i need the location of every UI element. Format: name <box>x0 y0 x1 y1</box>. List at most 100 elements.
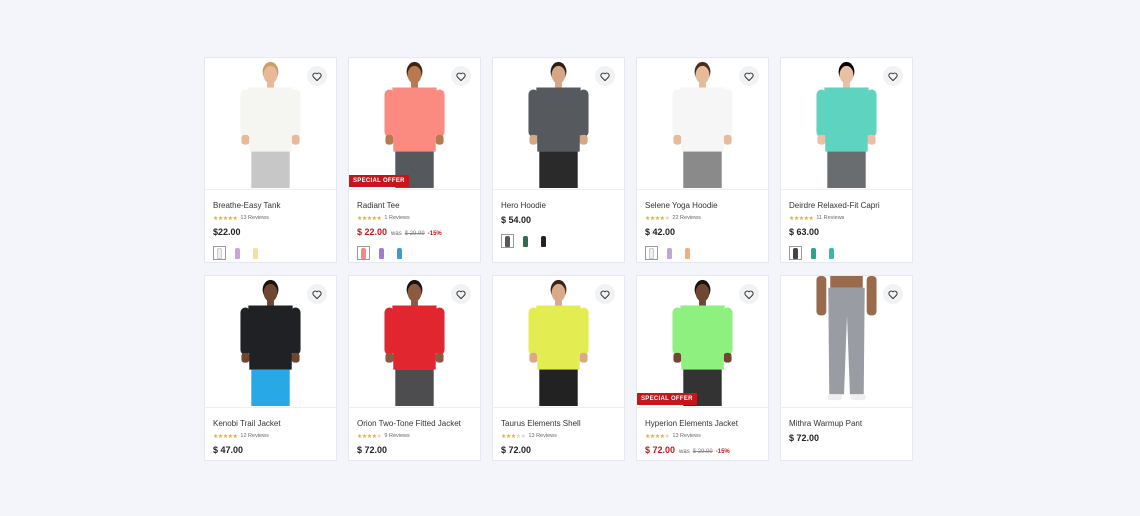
review-count[interactable]: 13 Reviews <box>528 433 556 439</box>
color-swatch[interactable] <box>213 246 226 260</box>
review-count[interactable]: 13 Reviews <box>240 215 268 221</box>
product-card[interactable]: Kenobi Trail Jacket ★★★★★ 12 Reviews $ 47.0… <box>204 275 337 461</box>
heart-outline-icon <box>456 72 466 81</box>
review-count[interactable]: 9 Reviews <box>384 433 409 439</box>
color-swatch[interactable] <box>393 246 406 260</box>
wishlist-button[interactable] <box>451 284 471 304</box>
star-icon: ★★★★★ <box>645 215 670 222</box>
current-price: $ 63.00 <box>789 227 820 237</box>
old-price: $ 29.99 <box>692 449 713 455</box>
product-card[interactable]: SPECIAL OFFER Hyperion Elements Jacket ★★★… <box>636 275 769 461</box>
review-count[interactable]: 13 Reviews <box>672 433 700 439</box>
product-image-area[interactable] <box>781 58 912 190</box>
product-name[interactable]: Radiant Tee <box>357 201 472 211</box>
current-price: $ 72.00 <box>501 445 532 455</box>
product-rating: ★★★★★ 22 Reviews <box>645 214 760 222</box>
product-price: $ 22.00 was $ 29.99 -15% <box>357 227 472 237</box>
color-swatch[interactable] <box>807 246 820 260</box>
color-swatch[interactable] <box>663 246 676 260</box>
product-card[interactable]: Breathe-Easy Tank ★★★★★ 13 Reviews $22.00 <box>204 57 337 263</box>
wishlist-button[interactable] <box>883 284 903 304</box>
product-name[interactable]: Kenobi Trail Jacket <box>213 419 328 429</box>
product-card[interactable]: Orion Two-Tone Fitted Jacket ★★★★★ 9 Revie… <box>348 275 481 461</box>
product-grid: Breathe-Easy Tank ★★★★★ 13 Reviews $22.00 SP… <box>204 57 913 461</box>
product-image-area[interactable] <box>205 276 336 408</box>
product-image-area[interactable]: SPECIAL OFFER <box>637 276 768 408</box>
heart-outline-icon <box>312 72 322 81</box>
product-price: $ 47.00 <box>213 445 328 455</box>
heart-outline-icon <box>312 290 322 299</box>
product-rating: ★★★★★ 11 Reviews <box>789 214 904 222</box>
color-swatch[interactable] <box>645 246 658 260</box>
wishlist-button[interactable] <box>883 66 903 86</box>
review-count[interactable]: 11 Reviews <box>816 215 844 221</box>
current-price: $ 22.00 <box>357 227 388 237</box>
current-price: $ 47.00 <box>213 445 244 455</box>
wishlist-button[interactable] <box>595 284 615 304</box>
product-rating: ★★★★★ 12 Reviews <box>213 432 328 440</box>
heart-outline-icon <box>744 290 754 299</box>
color-swatch[interactable] <box>375 246 388 260</box>
wishlist-button[interactable] <box>451 66 471 86</box>
color-swatch[interactable] <box>231 246 244 260</box>
color-swatch[interactable] <box>519 234 532 248</box>
color-swatch[interactable] <box>537 234 550 248</box>
color-swatch[interactable] <box>357 246 370 260</box>
wishlist-button[interactable] <box>739 284 759 304</box>
product-image-area[interactable] <box>781 276 912 408</box>
color-swatch[interactable] <box>825 246 838 260</box>
product-card[interactable]: SPECIAL OFFER Radiant Tee ★★★★★ 1 Reviews $ … <box>348 57 481 263</box>
product-price: $ 54.00 <box>501 215 616 225</box>
current-price: $22.00 <box>213 227 241 237</box>
color-swatches <box>645 246 760 260</box>
product-card[interactable]: Deirdre Relaxed-Fit Capri ★★★★★ 11 Reviews… <box>780 57 913 263</box>
product-card[interactable]: Taurus Elements Shell ★★★★★ 13 Reviews $ 72… <box>492 275 625 461</box>
product-image-area[interactable] <box>205 58 336 190</box>
product-rating: ★★★★★ 9 Reviews <box>357 432 472 440</box>
product-price: $ 72.00 was $ 29.99 -15% <box>645 445 760 455</box>
product-name[interactable]: Breathe-Easy Tank <box>213 201 328 211</box>
product-rating: ★★★★★ 13 Reviews <box>213 214 328 222</box>
product-name[interactable]: Hyperion Elements Jacket <box>645 419 760 429</box>
product-name[interactable]: Selene Yoga Hoodie <box>645 201 760 211</box>
heart-outline-icon <box>888 72 898 81</box>
product-image-area[interactable] <box>637 58 768 190</box>
heart-outline-icon <box>600 72 610 81</box>
review-count[interactable]: 1 Reviews <box>384 215 409 221</box>
product-price: $22.00 <box>213 227 328 237</box>
color-swatches <box>357 246 472 260</box>
product-image-area[interactable] <box>493 58 624 190</box>
product-rating: ★★★★★ 13 Reviews <box>645 432 760 440</box>
product-name[interactable]: Deirdre Relaxed-Fit Capri <box>789 201 904 211</box>
product-price: $ 72.00 <box>789 433 904 443</box>
heart-outline-icon <box>888 290 898 299</box>
color-swatch[interactable] <box>249 246 262 260</box>
product-price: $ 72.00 <box>357 445 472 455</box>
product-name[interactable]: Orion Two-Tone Fitted Jacket <box>357 419 472 429</box>
product-card[interactable]: Mithra Warmup Pant $ 72.00 <box>780 275 913 461</box>
color-swatch[interactable] <box>789 246 802 260</box>
wishlist-button[interactable] <box>739 66 759 86</box>
color-swatches <box>213 246 328 260</box>
product-image-area[interactable] <box>349 276 480 408</box>
product-name[interactable]: Taurus Elements Shell <box>501 419 616 429</box>
star-icon: ★★★★★ <box>357 433 382 440</box>
review-count[interactable]: 22 Reviews <box>672 215 700 221</box>
product-name[interactable]: Mithra Warmup Pant <box>789 419 904 429</box>
wishlist-button[interactable] <box>307 66 327 86</box>
wishlist-button[interactable] <box>595 66 615 86</box>
color-swatches <box>789 246 904 260</box>
product-card[interactable]: Hero Hoodie $ 54.00 <box>492 57 625 263</box>
review-count[interactable]: 12 Reviews <box>240 433 268 439</box>
color-swatch[interactable] <box>681 246 694 260</box>
current-price: $ 42.00 <box>645 227 676 237</box>
was-label: was <box>391 231 402 237</box>
product-image-area[interactable] <box>493 276 624 408</box>
product-image-area[interactable]: SPECIAL OFFER <box>349 58 480 190</box>
color-swatch[interactable] <box>501 234 514 248</box>
wishlist-button[interactable] <box>307 284 327 304</box>
product-name[interactable]: Hero Hoodie <box>501 201 616 211</box>
product-card[interactable]: Selene Yoga Hoodie ★★★★★ 22 Reviews $ 42.00 <box>636 57 769 263</box>
star-icon: ★★★★★ <box>213 215 238 222</box>
star-icon: ★★★★★ <box>213 433 238 440</box>
